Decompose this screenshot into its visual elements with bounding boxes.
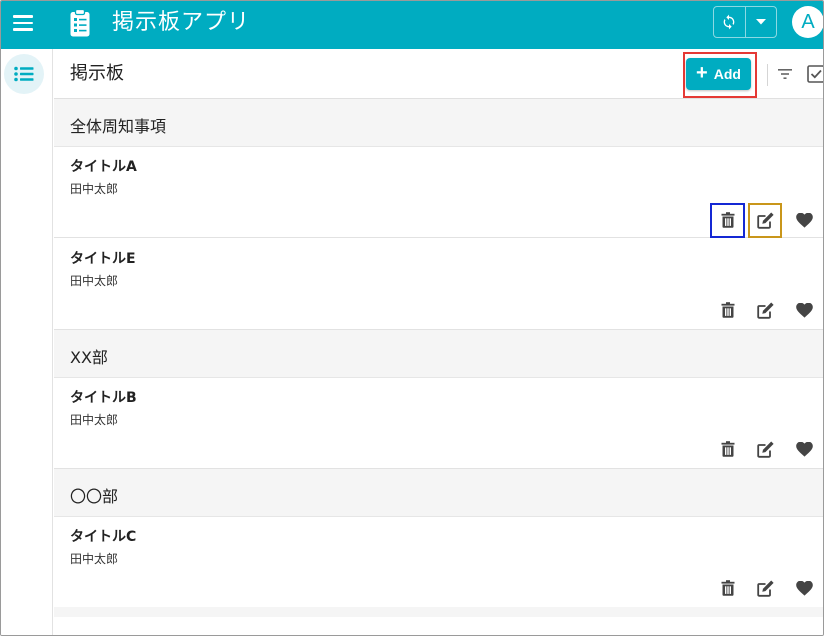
edit-button[interactable] [754, 298, 778, 322]
list-icon [14, 66, 34, 82]
sync-icon [723, 14, 735, 30]
menu-icon [13, 15, 33, 18]
like-button[interactable] [792, 437, 816, 461]
navigation-rail [1, 49, 53, 635]
edit-icon [757, 302, 774, 319]
filter-icon[interactable] [776, 65, 794, 83]
trash-icon [721, 441, 735, 457]
section-header: 全体周知事項 [54, 99, 823, 147]
section-title: 〇〇部 [70, 487, 119, 506]
section-header: 〇〇部 [54, 469, 823, 517]
section-title: XX部 [70, 348, 108, 367]
post-title: タイトルE [70, 251, 136, 267]
post-title: タイトルB [70, 390, 137, 406]
post-author: 田中太郎 [70, 274, 119, 288]
app-window: 掲示板アプリ A 掲示板 + Add 全体周知事項 タイトルA 田中太郎 タイト… [0, 0, 824, 636]
heart-icon [795, 441, 813, 457]
edit-button[interactable] [754, 208, 778, 232]
section-header: XX部 [54, 330, 823, 378]
clipboard-icon [70, 8, 90, 37]
like-button[interactable] [792, 298, 816, 322]
delete-button[interactable] [716, 298, 740, 322]
plus-icon: + [696, 62, 708, 84]
heart-icon [795, 580, 813, 596]
main-content: 掲示板 + Add 全体周知事項 タイトルA 田中太郎 タイトルE 田中太郎 X… [54, 49, 824, 635]
app-title: 掲示板アプリ [112, 10, 251, 35]
edit-icon [757, 212, 774, 229]
toolbar-divider [767, 64, 768, 86]
rail-item-board[interactable] [4, 54, 44, 94]
post-title: タイトルC [70, 529, 137, 545]
trash-icon [721, 580, 735, 596]
heart-icon [795, 212, 813, 228]
post-title: タイトルA [70, 159, 137, 175]
post-card[interactable]: タイトルB 田中太郎 [54, 378, 823, 469]
edit-icon [757, 441, 774, 458]
like-button[interactable] [792, 576, 816, 600]
page-title: 掲示板 [70, 63, 124, 84]
chevron-down-icon [755, 19, 766, 25]
post-card[interactable]: タイトルC 田中太郎 [54, 517, 823, 608]
avatar[interactable]: A [792, 6, 823, 38]
post-author: 田中太郎 [70, 413, 119, 427]
add-button[interactable]: + Add [686, 58, 751, 90]
post-author: 田中太郎 [70, 182, 119, 196]
trash-icon [721, 212, 735, 228]
delete-button[interactable] [716, 208, 740, 232]
sync-button-group [713, 6, 777, 38]
page-toolbar: 掲示板 + Add [54, 49, 824, 99]
list-footer [54, 607, 823, 617]
post-card[interactable]: タイトルA 田中太郎 [54, 147, 823, 238]
edit-button[interactable] [754, 437, 778, 461]
heart-icon [795, 302, 813, 318]
trash-icon [721, 302, 735, 318]
sync-dropdown-button[interactable] [744, 7, 777, 37]
checkbox-icon[interactable] [806, 63, 824, 85]
sync-button[interactable] [714, 7, 745, 37]
like-button[interactable] [792, 208, 816, 232]
delete-button[interactable] [716, 437, 740, 461]
edit-icon [757, 580, 774, 597]
app-bar: 掲示板アプリ A [1, 1, 823, 49]
section-title: 全体周知事項 [70, 117, 167, 136]
menu-button[interactable] [11, 11, 35, 35]
post-author: 田中太郎 [70, 552, 119, 566]
delete-button[interactable] [716, 576, 740, 600]
edit-button[interactable] [754, 576, 778, 600]
add-button-label: Add [713, 66, 741, 82]
post-card[interactable]: タイトルE 田中太郎 [54, 239, 823, 330]
